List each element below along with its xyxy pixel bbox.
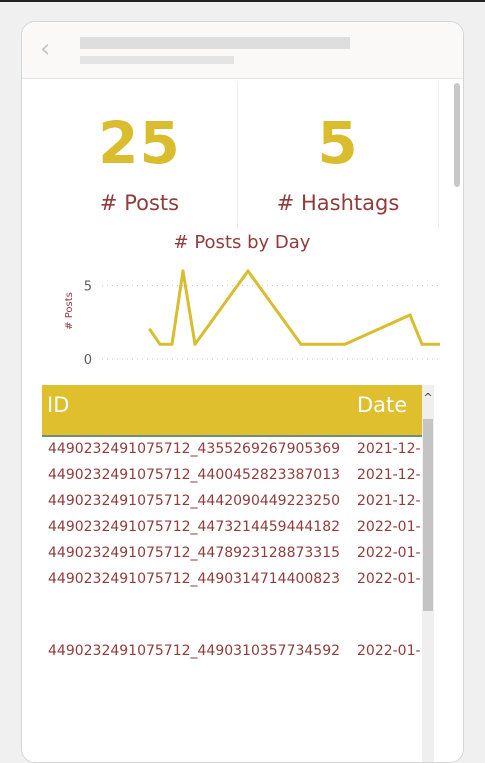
cell-date: 2022-01- [357,571,421,587]
posts-table: ID Date 4490232491075712_435526926790536… [42,385,434,762]
y-tick-label: 0 [84,353,92,368]
posts-by-day-chart: # Posts 5 0 [64,269,440,368]
title-placeholder [80,37,350,49]
table-scrollbar-thumb[interactable] [423,419,433,611]
chart-title: # Posts by Day [173,232,311,253]
chevron-up-icon[interactable]: ^ [422,391,434,404]
cell-id: 4490232491075712_4473214459444182 [48,519,341,535]
series-line [148,269,440,346]
kpi-label: # Hashtags [276,191,400,215]
table-body: 4490232491075712_4355269267905369 2021-12… [42,437,422,762]
table-row[interactable]: 4490232491075712_4355269267905369 2021-12… [42,437,422,463]
cell-id: 4490232491075712_4478923128873315 [48,545,341,561]
data-point[interactable] [408,313,412,317]
subtitle-placeholder [80,56,234,64]
cell-id: 4490232491075712_4490310357734592 [48,643,341,659]
cell-id: 4490232491075712_4490314714400823 [48,571,341,587]
cell-date: 2022-01- [357,545,421,561]
kpi-card-posts: 25 # Posts [42,81,238,229]
cell-date: 2022-01- [357,643,421,659]
kpi-value: 25 [98,109,181,177]
data-point[interactable] [193,342,197,346]
kpi-card-hashtags: 5 # Hashtags [238,81,439,229]
table-row[interactable]: 4490232491075712_4473214459444182 2022-01… [42,515,422,541]
table-row[interactable]: 4490232491075712_4400452823387013 2021-12… [42,463,422,489]
cell-date: 2021-12- [357,467,421,483]
table-header: ID Date [42,385,422,437]
table-row[interactable]: 4490232491075712_4442090449223250 2021-12… [42,489,422,515]
data-point[interactable] [148,328,152,332]
cell-id: 4490232491075712_4400452823387013 [48,467,341,483]
report-frame: ‹ 25 # Posts 5 # Hashtags # Posts by Day… [21,21,464,763]
table-row[interactable]: 4490232491075712_4478923128873315 2022-01… [42,541,422,567]
table-row[interactable] [42,593,422,619]
data-point[interactable] [158,342,162,346]
table-scrollbar[interactable]: ^ [422,385,434,762]
y-tick-label: 5 [84,280,92,295]
data-point[interactable] [170,342,174,346]
cell-date: 2021-12- [357,493,421,509]
data-point[interactable] [246,269,250,273]
chevron-left-icon[interactable]: ‹ [40,36,64,64]
y-axis-label: # Posts [64,292,75,330]
kpi-label: # Posts [99,191,180,215]
table-row[interactable]: 4490232491075712_4490310357734592 2022-01… [42,639,422,665]
table-row[interactable]: 4490232491075712_4490314714400823 2022-01… [42,567,422,593]
cell-id: 4490232491075712_4442090449223250 [48,493,341,509]
cell-date: 2022-01- [357,519,421,535]
report-content: 25 # Posts 5 # Hashtags # Posts by Day #… [22,79,463,762]
cell-date: 2021-12- [357,441,421,457]
report-header: ‹ [22,22,463,79]
data-point[interactable] [299,342,303,346]
column-header-id[interactable]: ID [47,393,69,417]
cell-id: 4490232491075712_4355269267905369 [48,441,341,457]
top-border [0,0,485,2]
data-point[interactable] [181,269,185,273]
data-point[interactable] [343,342,347,346]
column-header-date[interactable]: Date [357,393,407,417]
data-point[interactable] [420,342,424,346]
page-scrollbar[interactable] [454,83,460,187]
kpi-value: 5 [317,109,359,177]
